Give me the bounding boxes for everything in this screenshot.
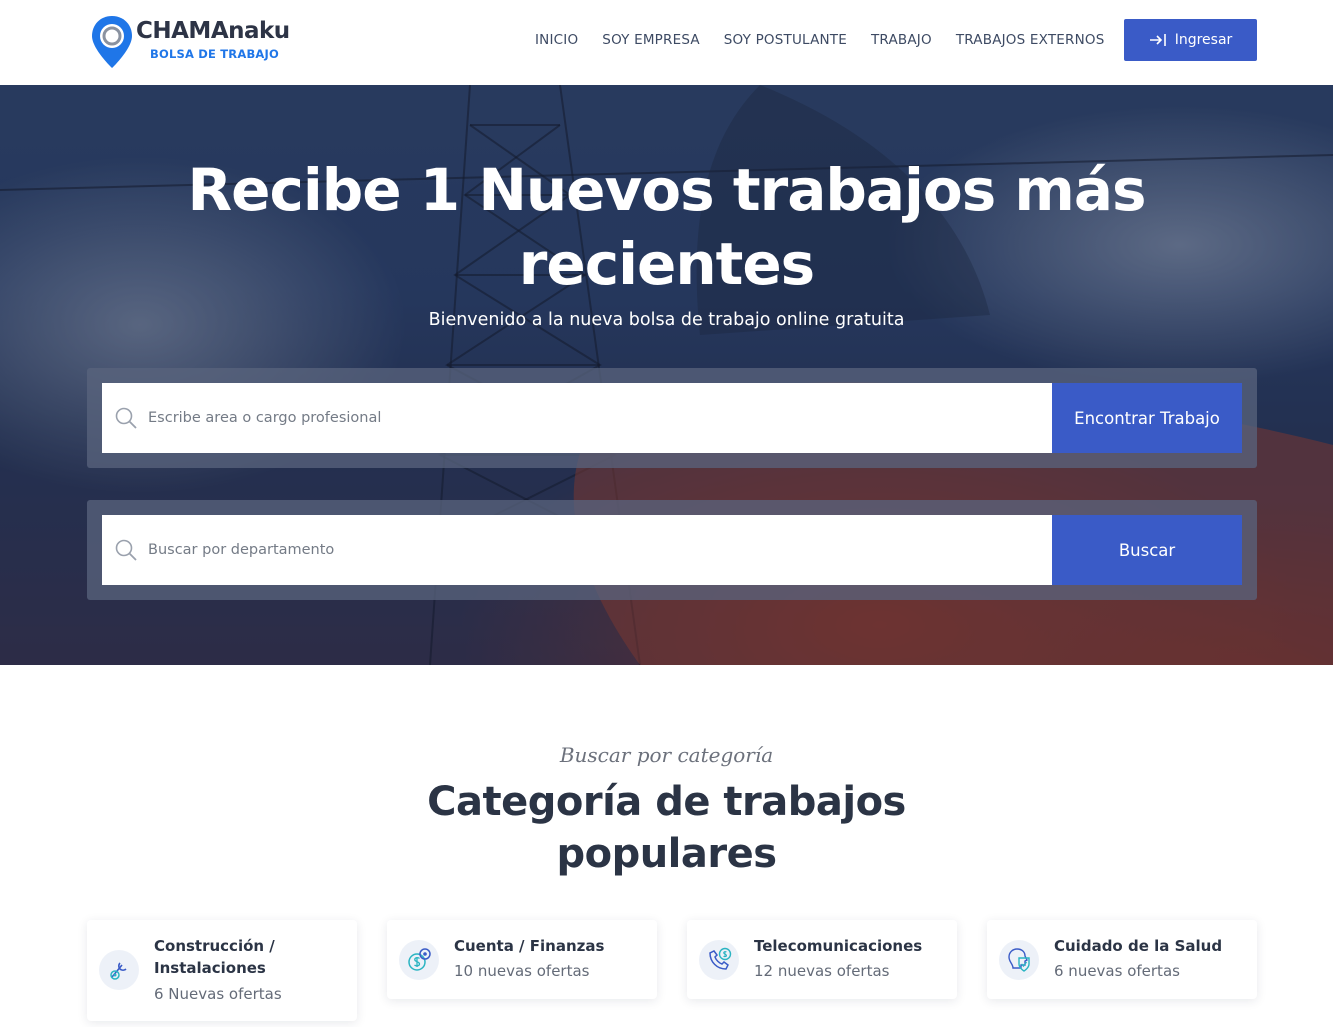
department-search-input[interactable] [148, 542, 998, 558]
hero-title-line-1: Recibe 1 Nuevos trabajos más [187, 156, 1146, 224]
search-icon [114, 538, 138, 562]
job-search-input[interactable] [148, 410, 998, 426]
categories-title-line-1: Categoría de trabajos [427, 779, 906, 825]
main-nav: INICIO SOY EMPRESA SOY POSTULANTE TRABAJ… [535, 32, 1128, 48]
find-job-button[interactable]: Encontrar Trabajo [1052, 383, 1242, 453]
category-title-line-1: Construcción / [154, 937, 275, 955]
category-card-construction[interactable]: Construcción / Instalaciones 6 Nuevas of… [87, 920, 357, 1021]
category-card-healthcare[interactable]: Cuidado de la Salud 6 nuevas ofertas [987, 920, 1257, 999]
nav-inicio[interactable]: INICIO [535, 32, 578, 48]
hero-title-line-2: recientes [518, 230, 815, 298]
category-count: 12 nuevas ofertas [754, 962, 890, 980]
healthcare-icon [999, 940, 1039, 980]
category-card-finance[interactable]: Cuenta / Finanzas 10 nuevas ofertas [387, 920, 657, 999]
nav-trabajo[interactable]: TRABAJO [871, 32, 932, 48]
hero-section: Recibe 1 Nuevos trabajos más recientes B… [0, 85, 1333, 665]
finance-icon [399, 940, 439, 980]
logo-subtitle: BOLSA DE TRABAJO [150, 47, 279, 61]
categories-title: Categoría de trabajos populares [0, 776, 1333, 880]
search-department-button[interactable]: Buscar [1052, 515, 1242, 585]
hero-subtitle: Bienvenido a la nueva bolsa de trabajo o… [428, 310, 905, 330]
category-title-line-2: Instalaciones [154, 959, 266, 977]
category-count: 6 nuevas ofertas [1054, 962, 1180, 980]
job-search-field [102, 383, 1052, 453]
department-search-bar: Buscar [87, 500, 1257, 600]
category-card-telecom[interactable]: Telecomunicaciones 12 nuevas ofertas [687, 920, 957, 999]
construction-icon [99, 950, 139, 990]
category-title: Cuidado de la Salud [1054, 937, 1223, 955]
categories-eyebrow: Buscar por categoría [559, 743, 774, 767]
nav-soy-empresa[interactable]: SOY EMPRESA [602, 32, 699, 48]
nav-trabajos-externos[interactable]: TRABAJOS EXTERNOS [956, 32, 1105, 48]
categories-title-line-2: populares [556, 831, 777, 877]
category-title: Telecomunicaciones [754, 937, 923, 955]
site-header: CHAMAnaku BOLSA DE TRABAJO INICIO SOY EM… [0, 0, 1333, 85]
site-logo[interactable]: CHAMAnaku BOLSA DE TRABAJO [88, 12, 290, 70]
department-search-field [102, 515, 1052, 585]
job-search-bar: Encontrar Trabajo [87, 368, 1257, 468]
hero-content: Recibe 1 Nuevos trabajos más recientes B… [0, 85, 1333, 665]
nav-soy-postulante[interactable]: SOY POSTULANTE [724, 32, 847, 48]
telecom-icon [699, 940, 739, 980]
logo-title: CHAMAnaku [136, 18, 290, 44]
login-label: Ingresar [1174, 32, 1233, 48]
search-icon [114, 406, 138, 430]
login-button[interactable]: Ingresar [1124, 19, 1257, 61]
category-count: 10 nuevas ofertas [454, 962, 590, 980]
category-title: Cuenta / Finanzas [454, 937, 605, 955]
hero-title: Recibe 1 Nuevos trabajos más recientes [0, 153, 1333, 301]
category-count: 6 Nuevas ofertas [154, 985, 282, 1003]
category-cards: Construcción / Instalaciones 6 Nuevas of… [87, 920, 1257, 1027]
login-arrow-icon [1149, 33, 1167, 47]
location-pin-icon [90, 14, 134, 74]
